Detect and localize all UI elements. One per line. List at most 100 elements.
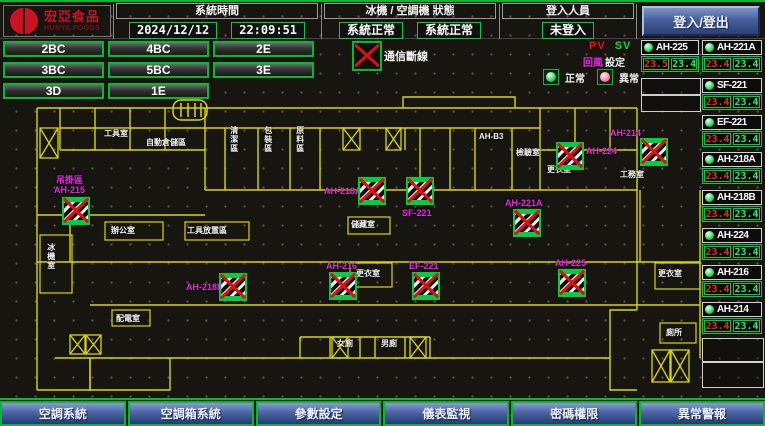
login-person-label: 登入人員	[502, 3, 634, 19]
unit-led-icon	[705, 193, 714, 202]
unit-ah-214[interactable]: AH-214	[702, 302, 762, 317]
floor-button-3bc[interactable]: 3BC	[3, 62, 104, 78]
stair-icon	[652, 350, 670, 382]
ahu-device-sf-221[interactable]	[406, 177, 434, 205]
ahu-device-ah-225[interactable]	[558, 269, 586, 297]
pv-label: PV	[589, 40, 606, 52]
ahu-device-ah-216[interactable]	[329, 272, 357, 300]
unit-values-ef-221: 23.423.4	[702, 131, 762, 147]
abnormal-led-icon	[597, 69, 613, 85]
ahu-device-ah-224[interactable]	[556, 142, 584, 170]
floor-button-1e[interactable]: 1E	[108, 83, 209, 99]
room-label: AH-B3	[479, 133, 503, 142]
room-label: 女廁	[337, 340, 353, 349]
header-divider	[636, 4, 637, 39]
empty-slot	[702, 338, 764, 362]
stair-icon	[86, 335, 101, 354]
ahu-device-label: AH-214	[610, 128, 641, 138]
sv-value: 23.4	[671, 58, 697, 70]
stair-icon	[40, 128, 58, 158]
sv-value: 23.4	[733, 58, 760, 70]
ahu-device-ah-218b[interactable]	[219, 273, 247, 301]
login-logout-button[interactable]: 登入/登出	[642, 6, 760, 36]
unit-name-label: EF-221	[717, 117, 747, 128]
room-label: 工具室	[104, 130, 128, 139]
nav-button-參數設定[interactable]: 參數設定	[256, 401, 382, 426]
floor-button-5bc[interactable]: 5BC	[108, 62, 209, 78]
floor-button-2bc[interactable]: 2BC	[3, 41, 104, 57]
unit-ah-218a[interactable]: AH-218A	[702, 152, 762, 167]
unit-name-label: AH-214	[717, 304, 748, 315]
unit-led-icon	[705, 155, 714, 164]
status-legend: 正常 異常	[543, 69, 645, 85]
stair-icon	[410, 337, 426, 358]
logo-subtitle: HUNYA FOODS	[44, 25, 100, 32]
unit-ah-216[interactable]: AH-216	[702, 265, 762, 280]
abnormal-label: 異常	[619, 70, 639, 85]
floor-button-grid: 2BC4BC2E 3BC5BC3E 3D1E	[3, 41, 314, 99]
room-label: 男廁	[381, 340, 397, 349]
nav-button-空調箱系統[interactable]: 空調箱系統	[128, 401, 254, 426]
normal-led-icon	[543, 69, 559, 85]
sv-value: 23.4	[733, 208, 760, 220]
unit-values-ah-216: 23.423.4	[702, 281, 762, 297]
unit-ah-218b[interactable]: AH-218B	[702, 190, 762, 205]
unit-led-icon	[705, 305, 714, 314]
ahu-device-label: AH-218B	[186, 282, 224, 292]
floor-button-2e[interactable]: 2E	[213, 41, 314, 57]
nav-button-異常警報[interactable]: 異常警報	[639, 401, 765, 426]
unit-led-icon	[705, 118, 714, 127]
stair-icon	[70, 335, 85, 354]
time-display: 22:09:51	[231, 22, 305, 39]
floor-button-3e[interactable]: 3E	[213, 62, 314, 78]
unit-name-label: SF-221	[717, 80, 747, 91]
ahu-device-label: AH-221A	[505, 198, 543, 208]
floor-button-3d[interactable]: 3D	[3, 83, 104, 99]
room-label: 工務室	[620, 171, 644, 180]
hmi-screen: 宏亞食品 HUNYA FOODS 系統時間 2024/12/12 22:09:5…	[0, 0, 765, 426]
unit-sf-221[interactable]: SF-221	[702, 78, 762, 93]
sv-value: 23.4	[733, 246, 760, 258]
date-display: 2024/12/12	[129, 22, 217, 39]
unit-led-icon	[705, 268, 714, 277]
ahu-device-ah-214[interactable]	[640, 138, 668, 166]
sv-value: 23.4	[733, 133, 760, 145]
unit-values-ah-218b: 23.423.4	[702, 206, 762, 222]
sv-value: 23.4	[733, 96, 760, 108]
pv-value: 23.4	[704, 283, 731, 295]
room-label: 自動倉儲區	[146, 139, 186, 148]
sv-value: 23.4	[733, 170, 760, 182]
unit-name-label: AH-218B	[717, 192, 755, 203]
unit-led-icon	[705, 81, 714, 90]
room-label: 配電室	[116, 315, 140, 324]
ahu-device-ah-221a[interactable]	[513, 209, 541, 237]
comm-loss-label: 通信斷線	[384, 48, 428, 64]
ahu-device-label: AH-216	[326, 261, 357, 271]
room-label: 辦公室	[111, 227, 135, 236]
unit-led-icon	[705, 231, 714, 240]
logo-title: 宏亞食品	[44, 10, 100, 23]
ahu-device-ef-221[interactable]	[412, 272, 440, 300]
unit-ah-224[interactable]: AH-224	[702, 228, 762, 243]
nav-button-密碼權限[interactable]: 密碼權限	[511, 401, 637, 426]
machine-status-label: 冰機 / 空調機 狀態	[324, 3, 496, 19]
unit-values-sf-221: 23.423.4	[702, 94, 762, 110]
floor-button-4bc[interactable]: 4BC	[108, 41, 209, 57]
room-label: 包裝區	[263, 126, 272, 153]
ahu-device-ah-215[interactable]	[62, 197, 90, 225]
pv-value: 23.4	[704, 320, 731, 332]
ahu-device-label: SF-221	[402, 208, 432, 218]
login-status: 未登入	[542, 22, 594, 39]
unit-name-label: AH-224	[717, 230, 748, 241]
sv-value: 23.4	[733, 283, 760, 295]
unit-ef-221[interactable]: EF-221	[702, 115, 762, 130]
nav-button-儀表監視[interactable]: 儀表監視	[383, 401, 509, 426]
pv-value: 23.4	[704, 58, 731, 70]
unit-values-ah-218a: 23.423.4	[702, 168, 762, 184]
nav-button-空調系統[interactable]: 空調系統	[0, 401, 126, 426]
system-time-group: 系統時間 2024/12/12 22:09:51	[116, 3, 318, 39]
unit-ah-225[interactable]: AH-225	[641, 40, 699, 55]
ahu-device-ah-218a[interactable]	[358, 177, 386, 205]
unit-ah-221a[interactable]: AH-221A	[702, 40, 762, 55]
normal-label: 正常	[565, 70, 585, 85]
